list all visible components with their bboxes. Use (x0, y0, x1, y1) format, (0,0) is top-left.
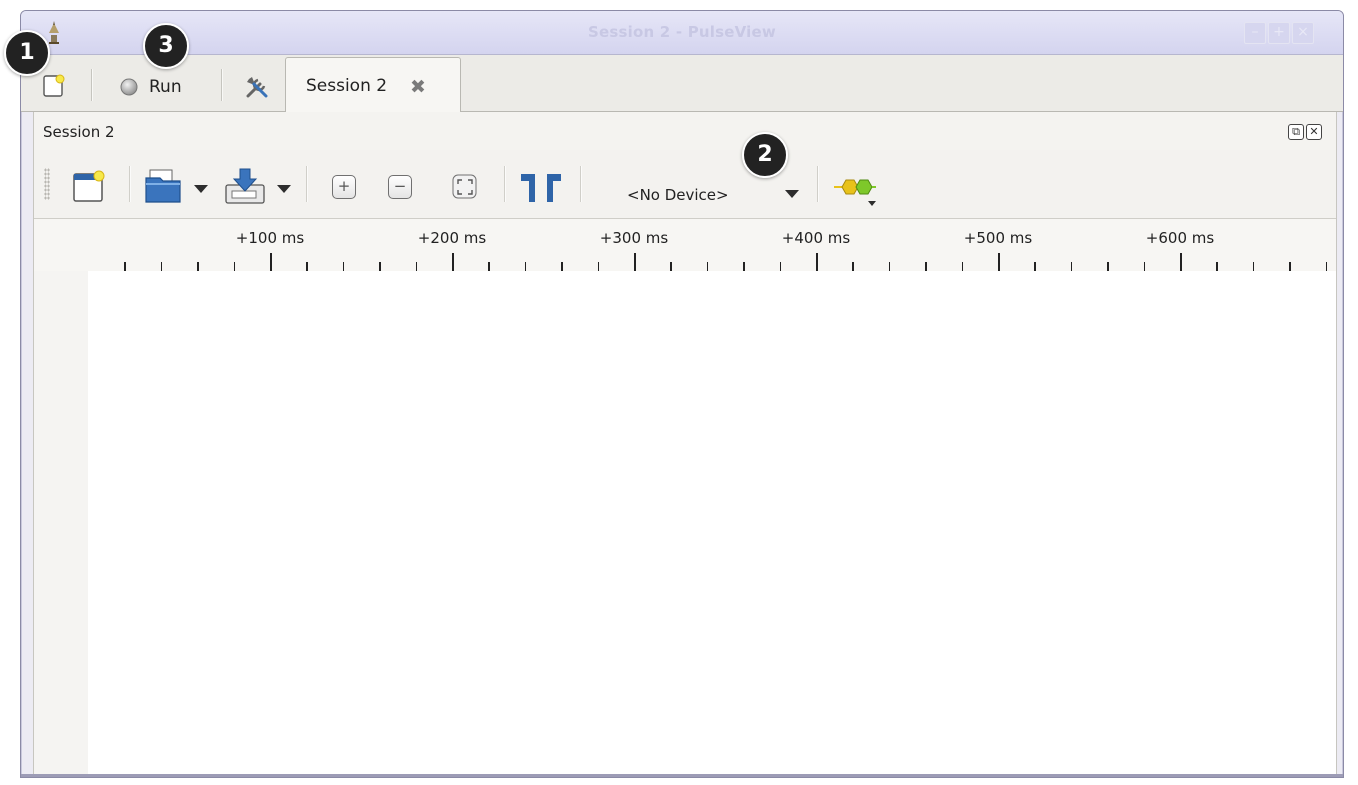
ruler-minor-tick (706, 262, 709, 271)
ruler-major-tick (270, 253, 272, 271)
ruler-tick-label: +500 ms (963, 229, 1033, 247)
cursor-icon[interactable] (519, 170, 563, 204)
session-header: Session 2 ⧉ ✕ (34, 112, 1336, 150)
ruler-minor-tick (1289, 262, 1291, 271)
time-ruler[interactable]: +100 ms +200 ms +300 ms +400 ms +500 ms +600 … (34, 219, 1336, 271)
ruler-minor-tick (561, 262, 563, 271)
ruler-minor-tick (597, 262, 600, 271)
ruler-minor-tick (415, 262, 418, 271)
ruler-minor-tick (197, 262, 199, 271)
ruler-minor-tick (488, 262, 490, 271)
ruler-minor-tick (524, 262, 527, 271)
ruler-major-tick (452, 253, 454, 271)
close-window-button[interactable]: × (1292, 22, 1314, 44)
main-toolbar: Run (21, 55, 1343, 112)
new-session-icon[interactable] (43, 74, 65, 98)
save-dropdown-icon[interactable] (277, 185, 291, 193)
ruler-minor-tick (1107, 262, 1109, 271)
title-bar[interactable]: Session 2 - PulseView – + × (21, 11, 1343, 55)
ruler-minor-tick (779, 262, 782, 271)
session-toolbar: + − <No Device> (34, 150, 1336, 219)
toolbar-separator (817, 166, 819, 202)
open-dropdown-icon[interactable] (194, 185, 208, 193)
decoder-icon[interactable] (832, 177, 880, 207)
device-selector[interactable]: <No Device> (627, 186, 729, 204)
tab-session-2[interactable]: Session 2 ✖ (285, 57, 461, 113)
toolbar-separator (221, 69, 223, 101)
ruler-tick-label: +600 ms (1145, 229, 1215, 247)
ruler-major-tick (816, 253, 818, 271)
session-view: Session 2 ⧉ ✕ + − <No Device> +100 ms +2… (33, 112, 1337, 774)
trace-view[interactable] (88, 271, 1336, 774)
ruler-minor-tick (379, 262, 381, 271)
close-dock-icon[interactable]: ✕ (1306, 124, 1322, 140)
ruler-minor-tick (670, 262, 672, 271)
ruler-major-tick (1180, 253, 1182, 271)
ruler-minor-tick (124, 262, 126, 271)
ruler-minor-tick (306, 262, 308, 271)
toolbar-separator (504, 166, 506, 202)
ruler-tick-label: +200 ms (417, 229, 487, 247)
window-bottom-border (21, 774, 1343, 777)
ruler-minor-tick (160, 262, 163, 271)
annotation-badge-1: 1 (4, 30, 50, 76)
ruler-major-tick (998, 253, 1000, 271)
ruler-major-tick (634, 253, 636, 271)
zoom-out-icon[interactable]: − (388, 175, 412, 199)
ruler-minor-tick (925, 262, 927, 271)
ruler-minor-tick (1034, 262, 1036, 271)
toolbar-separator (580, 166, 582, 202)
session-title: Session 2 (43, 123, 115, 141)
ruler-minor-tick (1325, 262, 1328, 271)
ruler-minor-tick (852, 262, 854, 271)
ruler-minor-tick (743, 262, 745, 271)
ruler-minor-tick (233, 262, 236, 271)
zoom-in-icon[interactable]: + (332, 175, 356, 199)
tools-icon[interactable] (243, 73, 271, 101)
toolbar-grip[interactable] (44, 168, 50, 200)
toolbar-separator (129, 166, 131, 202)
annotation-badge-3: 3 (143, 23, 189, 69)
run-label: Run (149, 77, 182, 97)
ruler-tick-label: +100 ms (235, 229, 305, 247)
app-window: Session 2 - PulseView – + × Run Session … (20, 10, 1344, 778)
window-title: Session 2 - PulseView (588, 23, 776, 41)
ruler-minor-tick (1143, 262, 1146, 271)
device-dropdown-icon[interactable] (785, 190, 799, 198)
minimize-button[interactable]: – (1244, 22, 1266, 44)
float-dock-icon[interactable]: ⧉ (1288, 124, 1304, 140)
ruler-minor-tick (1070, 262, 1073, 271)
run-status-icon (120, 78, 138, 96)
toolbar-separator (306, 166, 308, 202)
toolbar-separator (91, 69, 93, 101)
ruler-minor-tick (888, 262, 891, 271)
maximize-button[interactable]: + (1268, 22, 1290, 44)
new-view-icon[interactable] (72, 170, 106, 204)
zoom-fit-icon[interactable] (452, 174, 478, 200)
ruler-tick-label: +300 ms (599, 229, 669, 247)
run-button[interactable]: Run (119, 73, 182, 101)
tab-label: Session 2 (306, 76, 388, 96)
ruler-tick-label: +400 ms (781, 229, 851, 247)
annotation-badge-2: 2 (742, 132, 788, 178)
open-file-icon[interactable] (144, 168, 184, 204)
save-file-icon[interactable] (224, 167, 268, 205)
ruler-minor-tick (1252, 262, 1255, 271)
ruler-minor-tick (961, 262, 964, 271)
ruler-minor-tick (342, 262, 345, 271)
close-tab-icon[interactable]: ✖ (410, 76, 426, 98)
ruler-minor-tick (1216, 262, 1218, 271)
